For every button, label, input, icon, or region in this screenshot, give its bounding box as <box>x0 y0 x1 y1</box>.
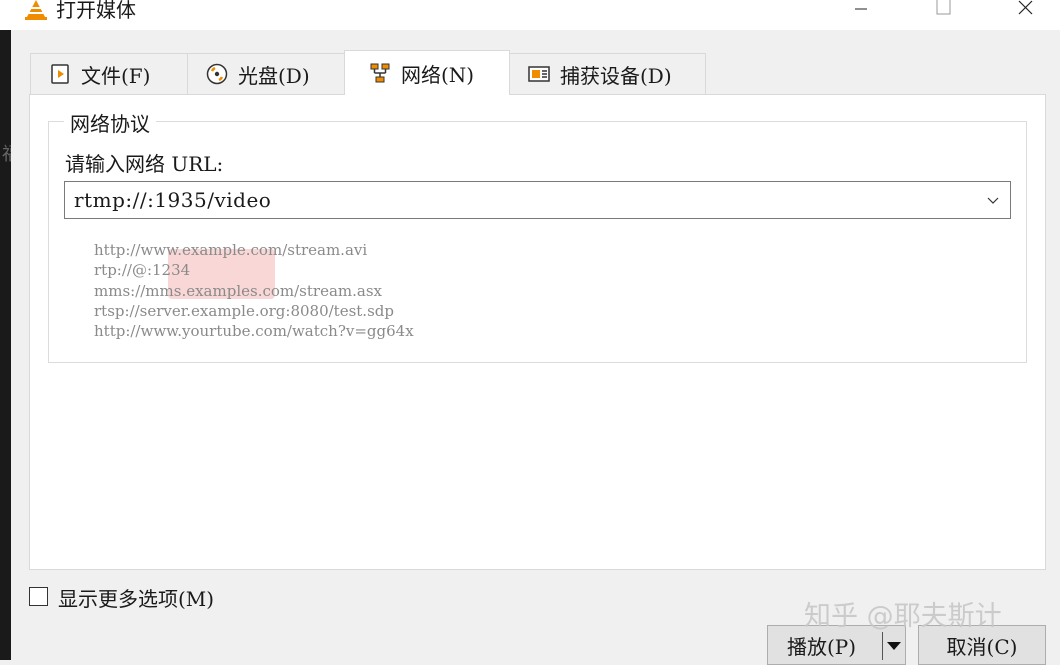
chevron-down-icon[interactable] <box>986 193 1000 207</box>
file-play-icon <box>51 64 69 84</box>
background-window-edge: 福 <box>0 0 20 660</box>
tab-bar: 文件(F) 光盘(D) 网络(N) 捕获设备(D) <box>30 50 1046 95</box>
dropdown-arrow-icon[interactable] <box>887 642 901 651</box>
open-media-dialog: 打开媒体 文件(F) 光盘(D) 网络(N) 捕获设备(D) 网络协议 请输入网… <box>11 0 1060 665</box>
network-tab-panel: 网络协议 请输入网络 URL: rtmp://:1935/video http:… <box>29 94 1046 570</box>
tab-file-label: 文件(F) <box>81 63 151 88</box>
tab-network-label: 网络(N) <box>401 62 475 87</box>
tab-capture-device-label: 捕获设备(D) <box>560 63 672 88</box>
vlc-cone-icon <box>25 0 47 20</box>
tab-file[interactable]: 文件(F) <box>30 53 188 94</box>
tab-disc[interactable]: 光盘(D) <box>187 53 345 94</box>
show-more-options-checkbox[interactable] <box>29 587 48 606</box>
cancel-button-label: 取消(C) <box>946 634 1018 659</box>
url-example: http://www.example.com/stream.avi <box>94 241 368 259</box>
url-example: rtsp://server.example.org:8080/test.sdp <box>94 301 394 320</box>
disc-icon <box>206 63 228 85</box>
title-bar[interactable]: 打开媒体 <box>11 0 1060 30</box>
tab-disc-label: 光盘(D) <box>238 63 310 88</box>
tab-network[interactable]: 网络(N) <box>344 50 510 95</box>
show-more-options-label[interactable]: 显示更多选项(M) <box>58 583 214 612</box>
maximize-button[interactable] <box>920 0 966 30</box>
url-examples-list: http://www.example.com/stream.avi rtp://… <box>94 240 414 341</box>
network-icon <box>370 63 390 83</box>
url-example: rtp://@:1234 <box>94 261 191 280</box>
play-button-separator <box>882 632 883 660</box>
network-protocol-group: 网络协议 请输入网络 URL: rtmp://:1935/video http:… <box>48 108 1027 363</box>
window-title: 打开媒体 <box>56 0 136 22</box>
watermark-text: 知乎 @耶夫斯计 <box>804 601 1002 632</box>
network-url-combobox[interactable]: rtmp://:1935/video <box>64 181 1011 219</box>
play-button-label: 播放(P) <box>787 634 857 659</box>
minimize-button[interactable] <box>837 0 883 30</box>
url-prompt-label: 请输入网络 URL: <box>65 152 224 176</box>
capture-device-icon <box>528 66 550 82</box>
close-button[interactable] <box>1004 0 1050 30</box>
url-example: mms://mms.examples.com/stream.asx <box>94 281 382 300</box>
tab-capture-device[interactable]: 捕获设备(D) <box>509 53 706 94</box>
url-example: http://www.yourtube.com/watch?v=gg64x <box>94 322 414 341</box>
network-url-input[interactable]: rtmp://:1935/video <box>74 188 271 212</box>
background-dark-area-lower <box>0 180 11 660</box>
group-title: 网络协议 <box>64 108 156 137</box>
